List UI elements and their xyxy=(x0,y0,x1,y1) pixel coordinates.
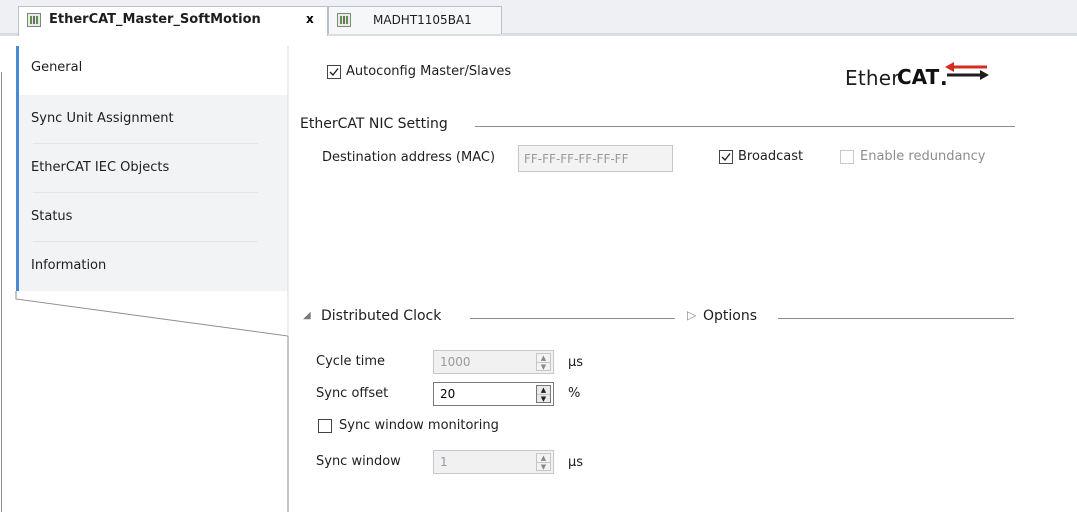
distributed-clock-divider xyxy=(470,318,675,319)
nic-section-divider xyxy=(475,126,1015,127)
sync-offset-label: Sync offset xyxy=(316,386,389,401)
destination-address-field[interactable]: FF-FF-FF-FF-FF-FF xyxy=(518,145,673,172)
checkmark-icon xyxy=(721,153,731,162)
close-icon[interactable]: x xyxy=(306,12,314,26)
sync-window-unit: µs xyxy=(568,455,584,470)
spin-buttons[interactable]: ▲ ▼ xyxy=(536,385,551,403)
distributed-clock-title[interactable]: Distributed Clock xyxy=(321,308,441,324)
logo-text-ether: Ether xyxy=(845,66,900,90)
spin-down-icon[interactable]: ▼ xyxy=(537,394,550,403)
expand-arrow-icon[interactable]: ◢ xyxy=(303,310,311,321)
tab-madht1105ba1[interactable]: MADHT1105BA1 xyxy=(328,6,502,34)
spin-down-icon[interactable]: ▼ xyxy=(537,462,550,471)
cycle-time-unit: µs xyxy=(568,355,584,370)
device-icon xyxy=(337,13,351,27)
sync-window-label: Sync window xyxy=(316,454,401,469)
tab-ethercat-master[interactable]: EtherCAT_Master_SoftMotion x xyxy=(18,6,328,36)
sync-window-value: 1 xyxy=(440,455,448,469)
options-title[interactable]: Options xyxy=(703,308,757,324)
spin-buttons[interactable]: ▲ ▼ xyxy=(536,353,551,371)
tab-label: EtherCAT_Master_SoftMotion xyxy=(49,12,261,27)
cycle-time-spinbox[interactable]: 1000 ▲ ▼ xyxy=(433,350,554,374)
ethercat-logo: Ether CAT . xyxy=(845,62,1005,92)
nic-section-title: EtherCAT NIC Setting xyxy=(300,116,448,132)
sync-window-monitoring-label: Sync window monitoring xyxy=(339,418,499,433)
autoconfig-label: Autoconfig Master/Slaves xyxy=(346,64,512,79)
enable-redundancy-label: Enable redundancy xyxy=(860,149,986,164)
sync-offset-unit: % xyxy=(568,386,581,401)
editor-sidebar: General Sync Unit Assignment EtherCAT IE… xyxy=(0,36,290,512)
spin-up-icon[interactable]: ▲ xyxy=(537,454,550,462)
checkmark-icon xyxy=(329,68,339,77)
sync-window-spinbox[interactable]: 1 ▲ ▼ xyxy=(433,450,554,474)
sidebar-outline xyxy=(1,46,289,512)
destination-address-label: Destination address (MAC) xyxy=(322,150,496,165)
spin-up-icon[interactable]: ▲ xyxy=(537,386,550,394)
sync-offset-value: 20 xyxy=(440,387,456,401)
spin-up-icon[interactable]: ▲ xyxy=(537,354,550,362)
device-icon xyxy=(27,13,41,27)
logo-arrows-icon xyxy=(945,62,989,80)
spin-buttons[interactable]: ▲ ▼ xyxy=(536,453,551,471)
logo-text-cat: CAT xyxy=(897,65,940,89)
tab-label: MADHT1105BA1 xyxy=(373,13,472,27)
broadcast-checkbox[interactable] xyxy=(719,150,733,164)
sync-window-monitoring-checkbox[interactable] xyxy=(318,419,332,433)
collapsed-arrow-icon[interactable]: ▷ xyxy=(687,308,696,322)
sync-offset-spinbox[interactable]: 20 ▲ ▼ xyxy=(433,382,554,406)
autoconfig-checkbox[interactable] xyxy=(327,65,341,79)
options-divider xyxy=(778,318,1014,319)
spin-down-icon[interactable]: ▼ xyxy=(537,362,550,371)
cycle-time-label: Cycle time xyxy=(316,354,386,369)
enable-redundancy-checkbox[interactable] xyxy=(840,150,854,164)
cycle-time-value: 1000 xyxy=(440,355,471,369)
document-tab-strip: EtherCAT_Master_SoftMotion x MADHT1105BA… xyxy=(0,0,1077,36)
broadcast-label: Broadcast xyxy=(738,149,804,164)
